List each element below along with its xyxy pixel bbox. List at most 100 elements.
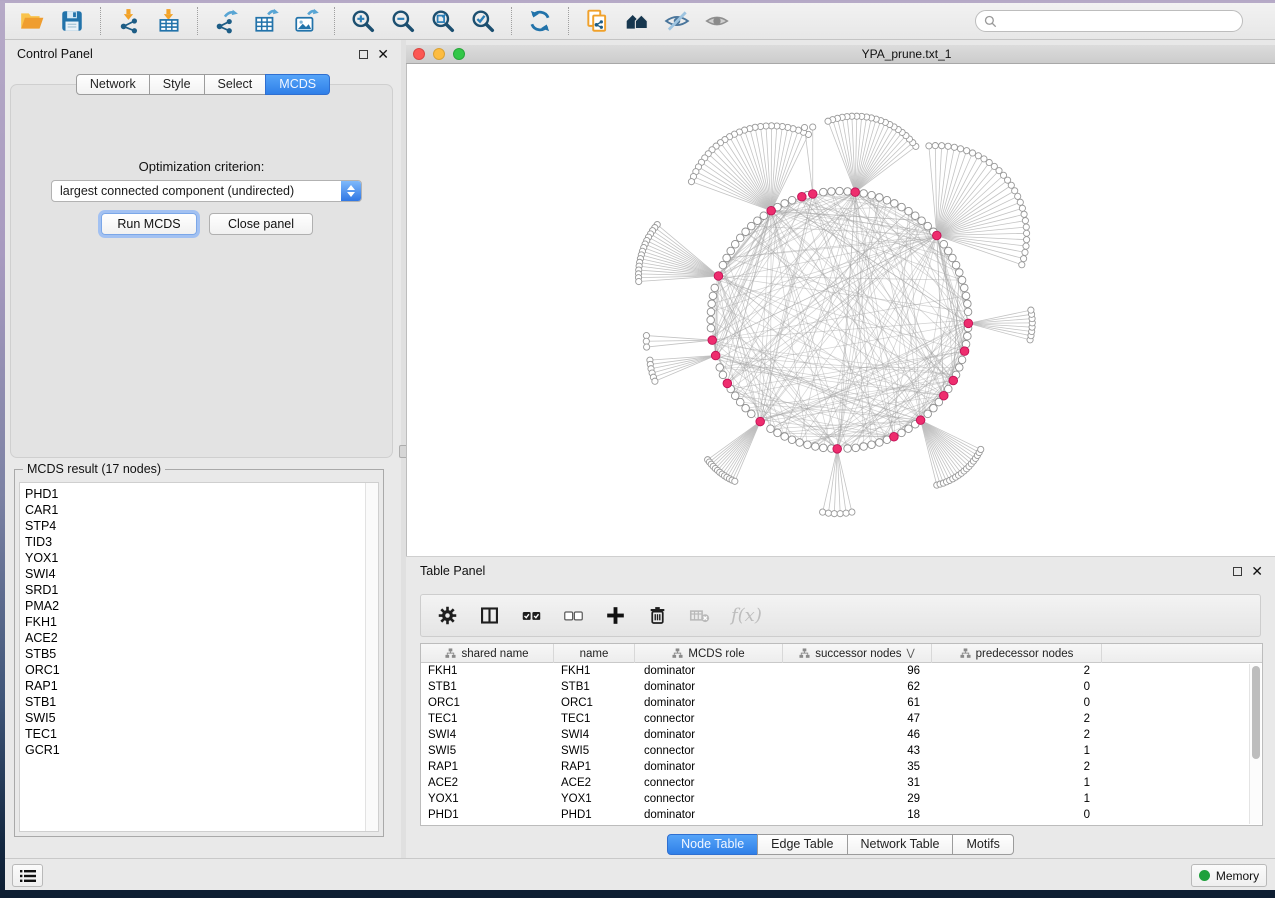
tab-network-table[interactable]: Network Table bbox=[847, 834, 954, 855]
maximize-window-icon[interactable] bbox=[453, 48, 465, 60]
table-cell[interactable]: ACE2 bbox=[421, 775, 554, 791]
table-row[interactable]: PHD1PHD1dominator180 bbox=[421, 807, 1262, 823]
table-cell[interactable]: 35 bbox=[783, 759, 932, 775]
table-cell[interactable]: 2 bbox=[932, 711, 1102, 727]
table-cell[interactable]: FKH1 bbox=[421, 663, 554, 679]
criterion-dropdown[interactable]: largest connected component (undirected) bbox=[51, 180, 362, 202]
table-cell[interactable]: dominator bbox=[635, 679, 783, 695]
node-table[interactable]: shared namenameMCDS rolesuccessor nodes⋁… bbox=[420, 643, 1263, 826]
table-cell[interactable]: 96 bbox=[783, 663, 932, 679]
tab-motifs[interactable]: Motifs bbox=[952, 834, 1013, 855]
mcds-result-item[interactable]: TID3 bbox=[25, 534, 378, 550]
column-header-successor-nodes[interactable]: successor nodes⋁ bbox=[783, 644, 932, 663]
float-panel-icon[interactable] bbox=[359, 50, 368, 59]
import-table-button[interactable] bbox=[152, 6, 186, 36]
network-graph[interactable] bbox=[407, 64, 1275, 556]
table-cell[interactable]: TEC1 bbox=[421, 711, 554, 727]
save-session-button[interactable] bbox=[55, 6, 89, 36]
table-cell[interactable]: SWI5 bbox=[554, 743, 635, 759]
table-cell[interactable]: 2 bbox=[932, 663, 1102, 679]
mcds-result-item[interactable]: SWI5 bbox=[25, 710, 378, 726]
table-cell[interactable]: ORC1 bbox=[554, 695, 635, 711]
table-cell[interactable]: SWI5 bbox=[421, 743, 554, 759]
close-table-panel-icon[interactable]: ✕ bbox=[1251, 566, 1263, 576]
table-cell[interactable]: connector bbox=[635, 775, 783, 791]
table-cell[interactable]: 61 bbox=[783, 695, 932, 711]
mcds-result-item[interactable]: ORC1 bbox=[25, 662, 378, 678]
table-row[interactable]: TEC1TEC1connector472 bbox=[421, 711, 1262, 727]
table-cell[interactable]: 62 bbox=[783, 679, 932, 695]
deselect-all-button[interactable] bbox=[563, 605, 584, 626]
column-header-name[interactable]: name bbox=[554, 644, 635, 663]
table-cell[interactable]: 46 bbox=[783, 727, 932, 743]
table-cell[interactable]: 43 bbox=[783, 743, 932, 759]
close-window-icon[interactable] bbox=[413, 48, 425, 60]
table-row[interactable]: SWI4SWI4dominator462 bbox=[421, 727, 1262, 743]
mcds-result-item[interactable]: TEC1 bbox=[25, 726, 378, 742]
zoom-out-button[interactable] bbox=[386, 6, 420, 36]
table-row[interactable]: ACE2ACE2connector311 bbox=[421, 775, 1262, 791]
table-cell[interactable]: TEC1 bbox=[554, 711, 635, 727]
zoom-in-button[interactable] bbox=[346, 6, 380, 36]
column-header-shared-name[interactable]: shared name bbox=[421, 644, 554, 663]
table-cell[interactable]: 47 bbox=[783, 711, 932, 727]
table-cell[interactable]: RAP1 bbox=[554, 759, 635, 775]
tab-edge-table[interactable]: Edge Table bbox=[757, 834, 847, 855]
mcds-result-item[interactable]: PHD1 bbox=[25, 486, 378, 502]
table-cell[interactable]: connector bbox=[635, 711, 783, 727]
close-panel-icon[interactable]: ✕ bbox=[377, 49, 389, 59]
add-column-button[interactable] bbox=[605, 605, 626, 626]
table-cell[interactable]: dominator bbox=[635, 759, 783, 775]
table-cell[interactable]: 1 bbox=[932, 775, 1102, 791]
table-cell[interactable]: connector bbox=[635, 743, 783, 759]
table-cell[interactable]: 18 bbox=[783, 807, 932, 823]
function-builder-button[interactable]: f(x) bbox=[731, 605, 762, 626]
tab-node-table[interactable]: Node Table bbox=[667, 834, 758, 855]
task-history-button[interactable] bbox=[12, 864, 43, 887]
table-row[interactable]: FKH1FKH1dominator962 bbox=[421, 663, 1262, 679]
tab-mcds[interactable]: MCDS bbox=[265, 74, 330, 95]
apply-layout-button[interactable] bbox=[523, 6, 557, 36]
hide-graphics-details-button[interactable] bbox=[660, 6, 694, 36]
table-row[interactable]: RAP1RAP1dominator352 bbox=[421, 759, 1262, 775]
table-cell[interactable]: 1 bbox=[932, 743, 1102, 759]
mcds-result-item[interactable]: YOX1 bbox=[25, 550, 378, 566]
delete-columns-button[interactable] bbox=[647, 605, 668, 626]
table-cell[interactable]: ACE2 bbox=[554, 775, 635, 791]
split-columns-button[interactable] bbox=[479, 605, 500, 626]
zoom-selected-button[interactable] bbox=[466, 6, 500, 36]
table-row[interactable]: STB1STB1dominator620 bbox=[421, 679, 1262, 695]
export-network-button[interactable] bbox=[209, 6, 243, 36]
table-scrollbar-thumb[interactable] bbox=[1252, 666, 1260, 759]
mcds-result-item[interactable]: CAR1 bbox=[25, 502, 378, 518]
table-cell[interactable]: 0 bbox=[932, 807, 1102, 823]
network-view-titlebar[interactable]: YPA_prune.txt_1 bbox=[406, 45, 1275, 64]
table-cell[interactable]: PHD1 bbox=[554, 807, 635, 823]
table-cell[interactable]: PHD1 bbox=[421, 807, 554, 823]
table-cell[interactable]: SWI4 bbox=[554, 727, 635, 743]
mcds-result-item[interactable]: SRD1 bbox=[25, 582, 378, 598]
table-cell[interactable]: 29 bbox=[783, 791, 932, 807]
mcds-result-item[interactable]: STB5 bbox=[25, 646, 378, 662]
table-cell[interactable]: RAP1 bbox=[421, 759, 554, 775]
tab-network[interactable]: Network bbox=[76, 74, 150, 95]
mcds-result-item[interactable]: STP4 bbox=[25, 518, 378, 534]
table-cell[interactable]: STB1 bbox=[554, 679, 635, 695]
memory-button[interactable]: Memory bbox=[1191, 864, 1267, 887]
table-cell[interactable]: 0 bbox=[932, 679, 1102, 695]
ring-nodes[interactable] bbox=[707, 187, 972, 452]
export-image-button[interactable] bbox=[289, 6, 323, 36]
table-cell[interactable]: dominator bbox=[635, 727, 783, 743]
mcds-result-list[interactable]: PHD1CAR1STP4TID3YOX1SWI4SRD1PMA2FKH1ACE2… bbox=[19, 482, 379, 832]
table-row[interactable]: ORC1ORC1dominator610 bbox=[421, 695, 1262, 711]
show-graphics-details-button[interactable] bbox=[700, 6, 734, 36]
table-cell[interactable]: STB1 bbox=[421, 679, 554, 695]
tab-select[interactable]: Select bbox=[204, 74, 267, 95]
search-input[interactable] bbox=[1003, 14, 1234, 28]
first-neighbors-button[interactable] bbox=[620, 6, 654, 36]
table-cell[interactable]: SWI4 bbox=[421, 727, 554, 743]
table-row[interactable]: SWI5SWI5connector431 bbox=[421, 743, 1262, 759]
table-cell[interactable]: YOX1 bbox=[421, 791, 554, 807]
zoom-fit-button[interactable] bbox=[426, 6, 460, 36]
table-cell[interactable]: YOX1 bbox=[554, 791, 635, 807]
